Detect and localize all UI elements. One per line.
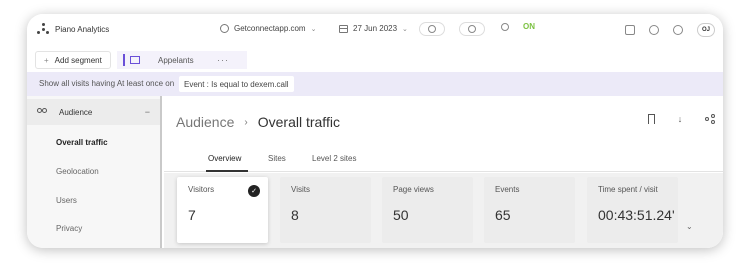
piano-logo-icon (37, 23, 49, 35)
compare-selector[interactable] (419, 22, 445, 36)
filter-chip[interactable]: Event : Is equal to dexem.call (179, 76, 294, 92)
alerts-selector[interactable] (459, 22, 485, 36)
tab-bar: Overview Sites Level 2 sites (164, 148, 723, 172)
page-title: Overall traffic (257, 114, 340, 130)
alerts-pill (459, 22, 485, 36)
sidebar-item-users[interactable]: Users (56, 196, 77, 205)
site-icon (220, 24, 229, 33)
site-name: Getconnectapp.com (234, 24, 306, 33)
chevron-down-icon: ⌄ (310, 25, 317, 33)
apps-grid-icon[interactable] (625, 25, 635, 35)
metric-label: Time spent / visit (598, 185, 658, 194)
plus-icon: + (44, 55, 49, 65)
share-icon[interactable] (705, 114, 715, 124)
bell-icon (468, 25, 476, 33)
app-window: Piano Analytics Getconnectapp.com ⌄ 27 J… (27, 14, 723, 248)
segment-color-bar (123, 54, 125, 66)
sidebar-item-geolocation[interactable]: Geolocation (56, 167, 99, 176)
chevron-down-icon: ⌄ (402, 25, 408, 33)
metric-label: Events (495, 185, 520, 194)
metric-label: Page views (393, 185, 434, 194)
active-tab-indicator (206, 170, 248, 172)
segment-bar: + Add segment Appelants ··· (27, 48, 723, 72)
brand-name: Piano Analytics (55, 24, 110, 34)
bookmark-icon[interactable] (648, 114, 655, 124)
add-segment-label: Add segment (54, 55, 102, 65)
date-value: 27 Jun 2023 (353, 24, 398, 33)
header-actions: OJ (625, 23, 715, 37)
site-selector[interactable]: Getconnectapp.com ⌄ (220, 24, 316, 33)
metric-label: Visits (291, 185, 310, 194)
compare-pill (419, 22, 445, 36)
sidebar-group-audience[interactable]: Audience − (27, 99, 160, 125)
sidebar: Audience − Overall traffic Geolocation U… (27, 96, 162, 248)
compare-icon (428, 25, 436, 33)
users-icon (37, 108, 49, 116)
metric-label: Visitors (188, 185, 215, 194)
metric-card-visitors[interactable]: Visitors ✓ 7 (177, 177, 268, 243)
calendar-icon (339, 24, 348, 33)
help-icon[interactable] (649, 25, 659, 35)
sidebar-item-privacy[interactable]: Privacy (56, 224, 82, 233)
metric-card-visits[interactable]: Visits 8 (280, 177, 371, 243)
filter-description: Show all visits having At least once on (39, 79, 175, 88)
main-content: Audience › Overall traffic ↓ Overview Si… (164, 96, 723, 248)
brand[interactable]: Piano Analytics (37, 23, 109, 35)
avatar[interactable]: OJ (697, 23, 715, 37)
expand-metrics-icon[interactable]: ⌄ (686, 222, 693, 231)
metric-value: 00:43:51.24' (598, 207, 675, 223)
breadcrumb: Audience › Overall traffic (176, 114, 340, 130)
collapse-icon[interactable]: − (145, 107, 150, 117)
metric-card-page-views[interactable]: Page views 50 (382, 177, 473, 243)
filter-bar: Show all visits having At least once on … (27, 72, 723, 96)
download-icon[interactable]: ↓ (675, 114, 685, 124)
metric-card-time-spent[interactable]: Time spent / visit 00:43:51.24' (587, 177, 678, 243)
realtime-status: ON (523, 22, 535, 31)
sidebar-item-overall-traffic[interactable]: Overall traffic (56, 138, 108, 147)
tab-level-2-sites[interactable]: Level 2 sites (312, 154, 356, 163)
metric-card-events[interactable]: Events 65 (484, 177, 575, 243)
realtime-toggle[interactable]: ON (501, 22, 535, 31)
metric-value: 65 (495, 207, 511, 223)
metric-value: 8 (291, 207, 299, 223)
tab-sites[interactable]: Sites (268, 154, 286, 163)
metric-value: 7 (188, 207, 196, 223)
metric-value: 50 (393, 207, 409, 223)
segment-map-icon (130, 56, 140, 64)
breadcrumb-separator: › (244, 116, 248, 128)
tab-overview[interactable]: Overview (208, 154, 241, 163)
top-bar: Piano Analytics Getconnectapp.com ⌄ 27 J… (27, 14, 723, 48)
breadcrumb-parent[interactable]: Audience (176, 114, 234, 130)
segment-name: Appelants (158, 55, 194, 65)
check-icon: ✓ (248, 185, 260, 197)
add-segment-button[interactable]: + Add segment (35, 51, 111, 69)
segment-more-button[interactable]: ··· (217, 51, 229, 69)
realtime-icon (501, 22, 509, 31)
sidebar-group-label: Audience (59, 107, 93, 117)
notification-bell-icon[interactable] (673, 25, 683, 35)
page-actions: ↓ (648, 114, 715, 124)
date-selector[interactable]: 27 Jun 2023 ⌄ (339, 24, 408, 33)
